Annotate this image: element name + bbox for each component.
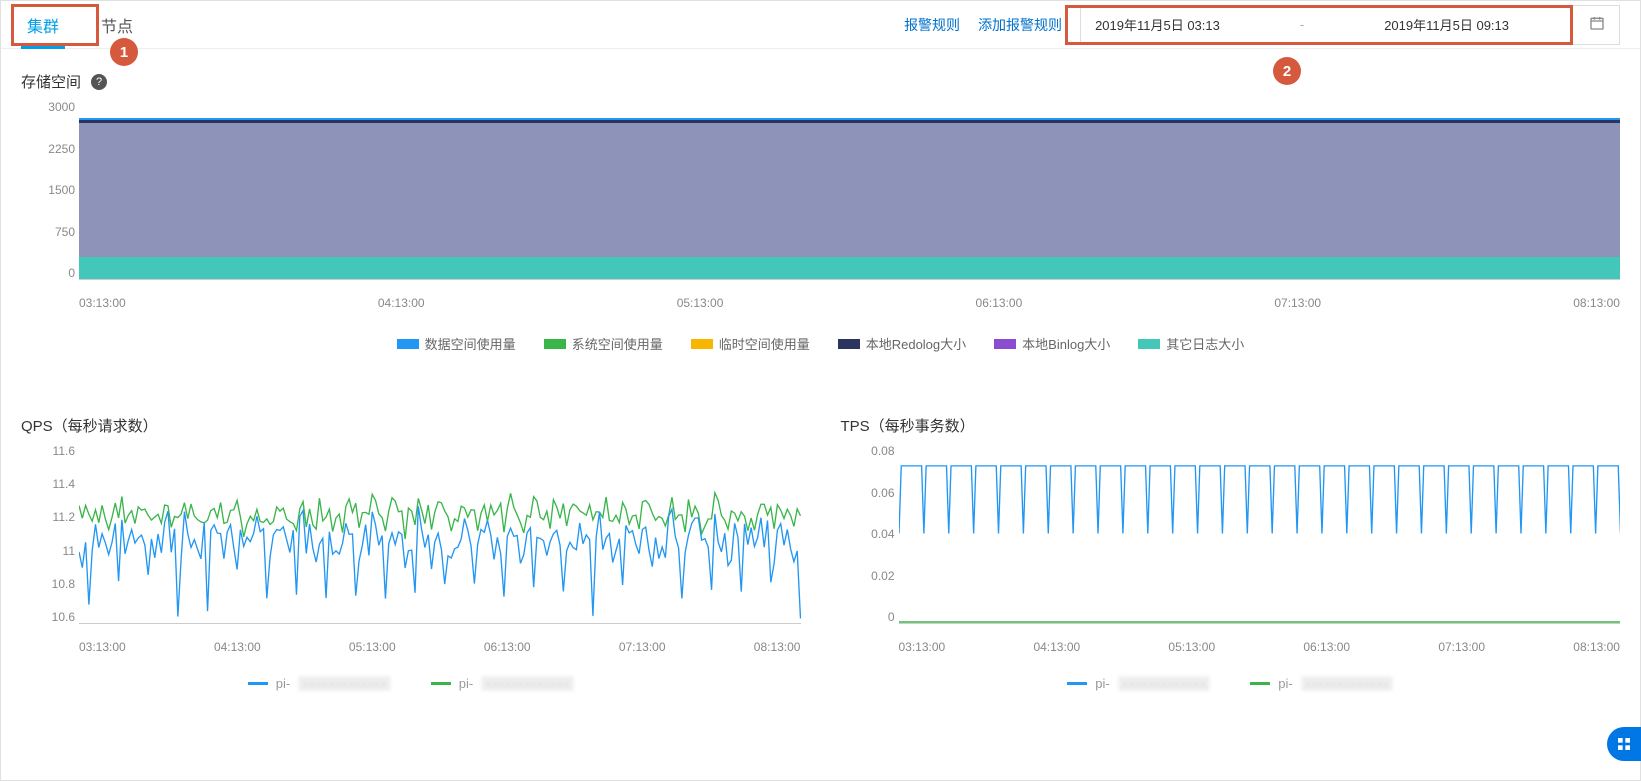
ytick: 0.02 [847, 569, 895, 583]
layer-data [79, 118, 1620, 120]
xtick: 07:13:00 [619, 640, 666, 654]
xtick: 07:13:00 [1274, 296, 1321, 310]
xtick: 03:13:00 [79, 640, 126, 654]
legend-label: 本地Redolog大小 [866, 334, 966, 353]
qps-y-axis: 11.6 11.4 11.2 11 10.8 10.6 [27, 444, 75, 624]
legend-label: 系统空间使用量 [572, 334, 663, 353]
ytick: 1500 [27, 183, 75, 197]
tps-svg [899, 444, 1621, 623]
qps-svg [79, 444, 801, 623]
storage-plot[interactable] [79, 100, 1620, 280]
ytick: 11.2 [27, 510, 75, 524]
storage-title: 存储空间 [21, 71, 81, 92]
qps-title: QPS（每秒请求数） [21, 415, 158, 436]
xtick: 04:13:00 [378, 296, 425, 310]
ytick: 11.4 [27, 477, 75, 491]
xtick: 05:13:00 [677, 296, 724, 310]
storage-x-axis: 03:13:00 04:13:00 05:13:00 06:13:00 07:1… [79, 296, 1620, 310]
ytick: 0 [847, 610, 895, 624]
legend-temp[interactable]: 临时空间使用量 [691, 334, 810, 353]
legend-label: pi- [276, 676, 290, 691]
highlight-tab-cluster [11, 4, 99, 46]
blurred-id: xxxxxxxxxxxxx [1118, 676, 1211, 691]
ytick: 750 [27, 225, 75, 239]
blurred-id: xxxxxxxxxxxxx [298, 676, 391, 691]
ytick: 3000 [27, 100, 75, 114]
xtick: 04:13:00 [214, 640, 261, 654]
legend-binlog[interactable]: 本地Binlog大小 [994, 334, 1110, 353]
legend-label: 数据空间使用量 [425, 334, 516, 353]
xtick: 06:13:00 [976, 296, 1023, 310]
ytick: 0.06 [847, 486, 895, 500]
blurred-id: xxxxxxxxxxxxx [1301, 676, 1394, 691]
tps-x-axis: 03:13:00 04:13:00 05:13:00 06:13:00 07:1… [899, 640, 1621, 654]
link-group: 报警规则 添加报警规则 [904, 15, 1062, 35]
legend-label: pi- [1095, 676, 1109, 691]
tps-title: TPS（每秒事务数） [841, 415, 975, 436]
help-icon[interactable]: ? [91, 74, 107, 90]
storage-chart: 3000 2250 1500 750 0 03:13:00 04:13:00 0… [21, 100, 1620, 353]
tps-legend-a[interactable]: pi-xxxxxxxxxxxxx [1067, 676, 1210, 691]
annotation-badge-2: 2 [1273, 57, 1301, 85]
xtick: 06:13:00 [484, 640, 531, 654]
ytick: 11 [27, 544, 75, 558]
tps-chart: TPS（每秒事务数） 0.08 0.06 0.04 0.02 0 03:13:0 [841, 393, 1621, 691]
legend-redolog[interactable]: 本地Redolog大小 [838, 334, 966, 353]
legend-sys[interactable]: 系统空间使用量 [544, 334, 663, 353]
ytick: 0.04 [847, 527, 895, 541]
legend-label: pi- [1278, 676, 1292, 691]
tps-plot[interactable] [899, 444, 1621, 624]
legend-label: 本地Binlog大小 [1022, 334, 1110, 353]
qps-plot[interactable] [79, 444, 801, 624]
xtick: 08:13:00 [1573, 296, 1620, 310]
qps-legend-b[interactable]: pi-xxxxxxxxxxxxx [431, 676, 574, 691]
layer-redolog [79, 123, 1620, 257]
ytick: 0.08 [847, 444, 895, 458]
ytick: 0 [27, 266, 75, 280]
legend-data[interactable]: 数据空间使用量 [397, 334, 516, 353]
ytick: 11.6 [27, 444, 75, 458]
ytick: 2250 [27, 142, 75, 156]
xtick: 04:13:00 [1033, 640, 1080, 654]
blurred-id: xxxxxxxxxxxxx [481, 676, 574, 691]
tps-y-axis: 0.08 0.06 0.04 0.02 0 [847, 444, 895, 624]
legend-label: pi- [459, 676, 473, 691]
legend-otherlog[interactable]: 其它日志大小 [1138, 334, 1244, 353]
add-alarm-rule-link[interactable]: 添加报警规则 [978, 15, 1062, 35]
xtick: 07:13:00 [1438, 640, 1485, 654]
storage-legend: 数据空间使用量 系统空间使用量 临时空间使用量 本地Redolog大小 本地Bi… [21, 334, 1620, 353]
qps-legend: pi-xxxxxxxxxxxxx pi-xxxxxxxxxxxxx [21, 676, 801, 691]
xtick: 03:13:00 [79, 296, 126, 310]
alarm-rules-link[interactable]: 报警规则 [904, 15, 960, 35]
xtick: 05:13:00 [349, 640, 396, 654]
qps-chart: QPS（每秒请求数） 11.6 11.4 11.2 11 10.8 10.6 [21, 393, 801, 691]
float-apps-button[interactable] [1607, 727, 1641, 761]
annotation-badge-1: 1 [110, 38, 138, 66]
tps-legend: pi-xxxxxxxxxxxxx pi-xxxxxxxxxxxxx [841, 676, 1621, 691]
xtick: 08:13:00 [754, 640, 801, 654]
xtick: 06:13:00 [1303, 640, 1350, 654]
storage-title-row: 存储空间 ? [21, 71, 1620, 92]
xtick: 03:13:00 [899, 640, 946, 654]
ytick: 10.6 [27, 610, 75, 624]
xtick: 08:13:00 [1573, 640, 1620, 654]
layer-other-log [79, 257, 1620, 279]
legend-label: 其它日志大小 [1166, 334, 1244, 353]
tps-legend-b[interactable]: pi-xxxxxxxxxxxxx [1250, 676, 1393, 691]
highlight-date-range [1065, 5, 1573, 45]
layer-sys [79, 120, 1620, 123]
legend-label: 临时空间使用量 [719, 334, 810, 353]
xtick: 05:13:00 [1168, 640, 1215, 654]
storage-y-axis: 3000 2250 1500 750 0 [27, 100, 75, 280]
qps-legend-a[interactable]: pi-xxxxxxxxxxxxx [248, 676, 391, 691]
calendar-icon [1589, 15, 1605, 34]
qps-x-axis: 03:13:00 04:13:00 05:13:00 06:13:00 07:1… [79, 640, 801, 654]
ytick: 10.8 [27, 577, 75, 591]
